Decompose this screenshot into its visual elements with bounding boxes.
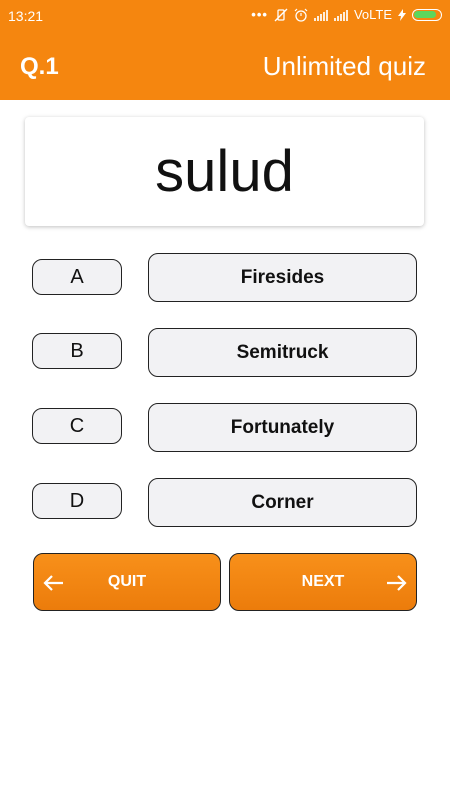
- status-bar: 13:21 ••• VoLTE: [0, 0, 450, 32]
- vibrate-off-icon: [274, 8, 288, 21]
- next-button[interactable]: NEXT: [229, 553, 417, 611]
- app-bar: Q.1 Unlimited quiz: [0, 32, 450, 100]
- app-title: Unlimited quiz: [262, 51, 426, 81]
- quit-button[interactable]: QUIT: [33, 553, 221, 611]
- option-b-button[interactable]: Semitruck: [148, 328, 417, 377]
- quiz-word: sulud: [155, 139, 294, 204]
- status-icons: ••• VoLTE: [251, 7, 442, 22]
- option-a-letter[interactable]: A: [32, 259, 122, 295]
- signal-icon: [333, 9, 348, 21]
- quit-label: QUIT: [107, 573, 147, 590]
- alarm-icon: [294, 8, 308, 22]
- network-label: VoLTE: [353, 7, 392, 22]
- option-c-letter[interactable]: C: [32, 408, 122, 444]
- arrow-right-icon: [387, 575, 407, 591]
- more-dots-icon: •••: [251, 7, 268, 22]
- signal-icon: [313, 9, 328, 21]
- word-card: sulud: [25, 117, 424, 226]
- status-time: 13:21: [8, 8, 44, 24]
- charging-icon: [398, 8, 406, 21]
- option-d-button[interactable]: Corner: [148, 478, 417, 527]
- option-a-button[interactable]: Firesides: [148, 253, 417, 302]
- option-c-button[interactable]: Fortunately: [148, 403, 417, 452]
- option-d-letter[interactable]: D: [32, 483, 122, 519]
- next-label: NEXT: [301, 573, 345, 590]
- question-number: Q.1: [20, 53, 59, 80]
- battery-icon: [412, 8, 442, 21]
- option-b-letter[interactable]: B: [32, 333, 122, 369]
- arrow-left-icon: [43, 575, 63, 591]
